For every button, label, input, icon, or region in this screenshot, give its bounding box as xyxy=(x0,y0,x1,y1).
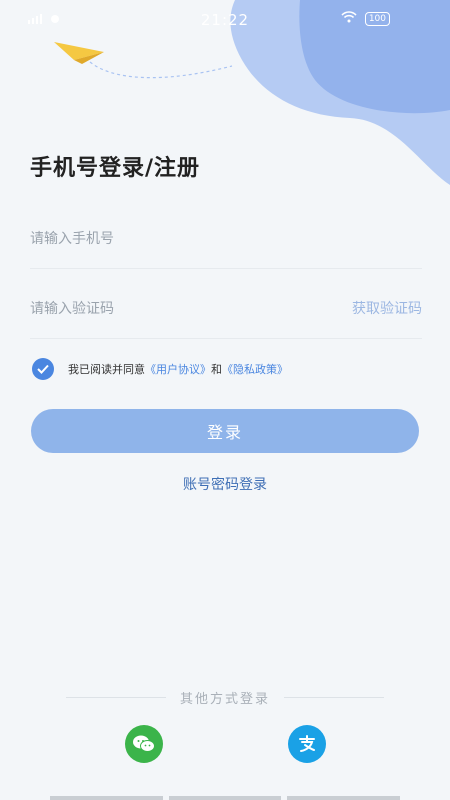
password-login-row: 账号密码登录 xyxy=(0,474,450,494)
bottom-navigation-hint xyxy=(50,796,401,800)
paper-plane-icon xyxy=(54,42,233,79)
agreement-checkbox[interactable] xyxy=(32,358,54,380)
alipay-icon xyxy=(299,735,315,752)
status-bar: 21:22 100 xyxy=(0,0,450,40)
alipay-login-button[interactable] xyxy=(288,725,326,763)
agreement-prefix: 我已阅读并同意 xyxy=(68,363,145,376)
code-field[interactable]: 请输入验证码 获取验证码 xyxy=(30,278,422,339)
wechat-icon xyxy=(133,735,155,752)
other-login-divider: 其他方式登录 xyxy=(0,688,450,707)
privacy-policy-link[interactable]: 《隐私政策》 xyxy=(222,361,288,377)
agreement-row: 我已阅读并同意 《用户协议》 和 《隐私政策》 xyxy=(32,358,288,380)
battery-indicator: 100 xyxy=(364,12,390,26)
other-login-label: 其他方式登录 xyxy=(179,692,270,707)
code-input-placeholder[interactable]: 请输入验证码 xyxy=(30,298,114,318)
password-login-link[interactable]: 账号密码登录 xyxy=(183,477,267,493)
divider-line xyxy=(65,697,166,698)
agreement-and: 和 xyxy=(211,363,222,376)
phone-input-placeholder[interactable]: 请输入手机号 xyxy=(30,228,114,248)
divider-line xyxy=(284,697,384,698)
get-code-button[interactable]: 获取验证码 xyxy=(352,298,422,318)
check-icon xyxy=(37,364,49,374)
phone-field[interactable]: 请输入手机号 xyxy=(30,208,422,269)
status-right: 100 xyxy=(341,11,390,27)
user-agreement-link[interactable]: 《用户协议》 xyxy=(145,361,211,377)
wifi-icon xyxy=(341,11,357,27)
login-button[interactable]: 登录 xyxy=(31,409,419,453)
page-title: 手机号登录/注册 xyxy=(30,156,201,181)
wechat-login-button[interactable] xyxy=(125,725,163,763)
